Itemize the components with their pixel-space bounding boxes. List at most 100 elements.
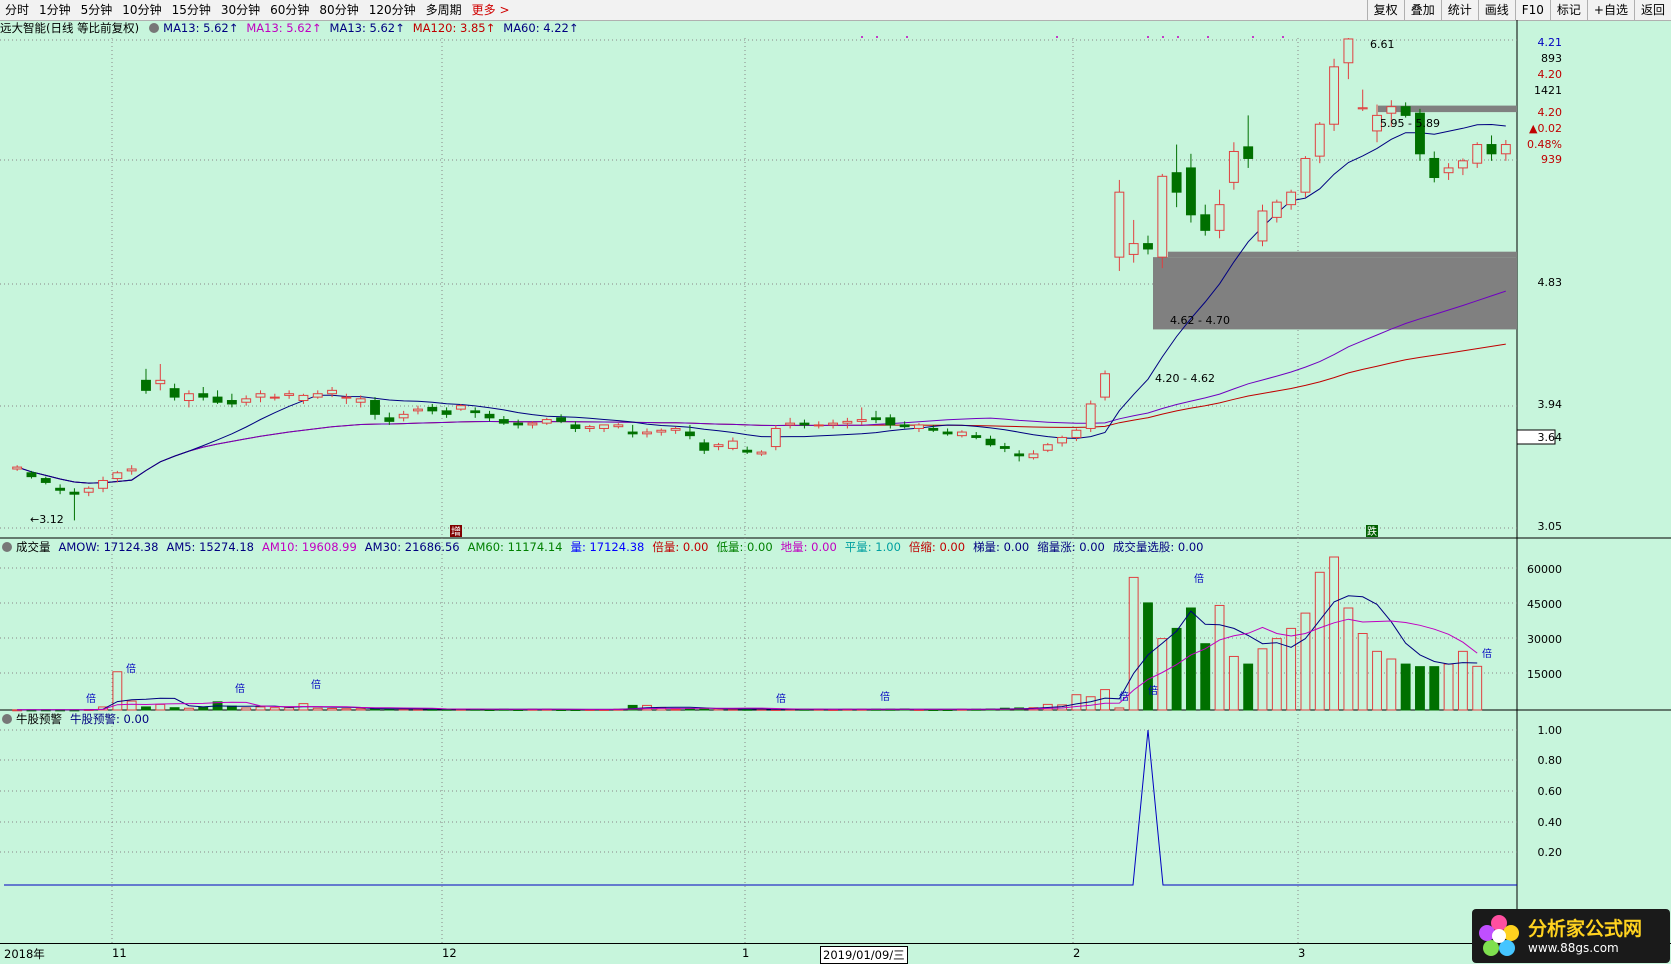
candle-body-4 (69, 491, 80, 495)
candle-body-0 (12, 466, 23, 470)
volume-tag-0: 倍 (1194, 572, 1204, 585)
candle-body-33 (484, 413, 495, 419)
candle-body-6 (98, 479, 108, 489)
candle-body-40 (584, 426, 595, 429)
volume-bar-11 (169, 707, 180, 711)
volume-tag-2: 倍 (235, 682, 245, 695)
volume-bar-23 (341, 708, 352, 711)
candle-body-64 (928, 427, 939, 431)
candle-body-27 (398, 413, 409, 419)
volume-bar-88 (1271, 638, 1282, 711)
candle-body-69 (999, 446, 1010, 449)
volume-axis-label-3: 15000 (1527, 668, 1562, 681)
period-tab-3[interactable]: 10分钟 (117, 0, 166, 20)
resistance-zone-box (1378, 105, 1517, 113)
candle-body-42 (613, 424, 624, 428)
volume-bar-95 (1372, 650, 1382, 711)
tool-button-5[interactable]: 标记 (1549, 0, 1587, 20)
period-tab-1[interactable]: 1分钟 (34, 0, 76, 20)
candle-body-76 (1100, 373, 1110, 398)
candle-body-47 (684, 431, 695, 437)
date-label-2: 12 (442, 946, 457, 960)
volume-bar-81 (1171, 627, 1182, 711)
period-tab-4[interactable]: 15分钟 (167, 0, 216, 20)
candle-body-7 (112, 472, 123, 480)
vol-value-4: AM60: 11174.14 (467, 540, 563, 554)
tool-button-3[interactable]: 画线 (1477, 0, 1515, 20)
candle-body-22 (327, 389, 338, 395)
chart-area[interactable]: 6.61 ←3.12 5.95 - 5.89 4.62 - 4.70 4.20 - 4.… (0, 20, 1671, 943)
volume-tag-8: 倍 (880, 690, 890, 703)
volume-bar-86 (1243, 663, 1254, 711)
tool-button-0[interactable]: 复权 (1366, 0, 1404, 20)
candle-body-75 (1085, 403, 1096, 429)
candle-body-78 (1128, 243, 1139, 255)
bull-indicator-icon[interactable] (2, 714, 12, 724)
tool-button-6[interactable]: +自选 (1586, 0, 1634, 20)
volume-bar-74 (1071, 694, 1082, 711)
period-tab-2[interactable]: 5分钟 (76, 0, 118, 20)
candle-body-87 (1257, 210, 1268, 242)
period-tab-9[interactable]: 多周期 (421, 0, 467, 20)
candle-body-26 (384, 417, 395, 422)
candle-body-8 (126, 468, 137, 472)
tool-button-1[interactable]: 叠加 (1403, 0, 1441, 20)
volume-bar-18 (269, 707, 280, 711)
candle-body-50 (727, 440, 738, 449)
tool-button-7[interactable]: 返回 (1633, 0, 1671, 20)
candle-body-83 (1200, 214, 1211, 231)
period-tab-5[interactable]: 30分钟 (216, 0, 265, 20)
candle-body-103 (1486, 144, 1497, 155)
candle-body-71 (1028, 453, 1039, 459)
candle-body-96 (1386, 106, 1397, 114)
top-marker-7 (1207, 36, 1209, 38)
price-axis-label-1: 893 (1541, 52, 1562, 65)
price-axis-label-0: 4.21 (1538, 36, 1563, 49)
period-tab-6[interactable]: 60分钟 (265, 0, 314, 20)
volume-indicator-icon[interactable] (2, 542, 12, 552)
candle-body-34 (498, 419, 509, 424)
volume-bar-99 (1429, 666, 1440, 711)
price-axis-label-2: 4.20 (1538, 68, 1563, 81)
volume-bar-83 (1200, 643, 1211, 711)
period-tab-7[interactable]: 80分钟 (314, 0, 363, 20)
vol-value-2: AM10: 19608.99 (261, 540, 357, 554)
vol-value-12: 缩量涨: 0.00 (1037, 540, 1105, 554)
volume-axis-label-1: 45000 (1527, 598, 1562, 611)
bull-signal-line (4, 729, 1517, 886)
candle-body-12 (183, 393, 194, 402)
period-tab-10[interactable]: 更多 > (467, 0, 515, 20)
candle-body-73 (1057, 436, 1068, 444)
volume-bar-46 (670, 708, 681, 711)
candle-body-82 (1185, 167, 1196, 216)
candle-body-92 (1329, 66, 1340, 125)
top-marker-9 (1282, 36, 1284, 38)
candle-body-29 (427, 406, 438, 412)
vol-value-9: 平量: 1.00 (844, 540, 901, 554)
candle-body-88 (1271, 201, 1282, 218)
candle-body-70 (1014, 453, 1025, 457)
tool-button-4[interactable]: F10 (1514, 0, 1550, 20)
volume-tag-6: 倍 (86, 692, 96, 705)
candle-body-63 (914, 424, 924, 429)
candle-body-62 (899, 424, 910, 428)
site-logo: 分析家公式网 www.88gs.com (1472, 909, 1670, 963)
volume-bar-102 (1472, 665, 1483, 711)
candle-body-32 (470, 410, 481, 414)
candle-body-48 (699, 442, 710, 451)
top-marker-2 (906, 36, 908, 38)
period-tab-8[interactable]: 120分钟 (364, 0, 421, 20)
date-label-3: 1 (742, 946, 750, 960)
volume-bar-47 (684, 708, 695, 711)
date-label-0: 2018年 (4, 947, 45, 961)
volume-bar-75 (1085, 696, 1096, 711)
top-marker-4 (1147, 36, 1149, 38)
tool-button-2[interactable]: 统计 (1440, 0, 1478, 20)
period-tab-0[interactable]: 分时 (0, 0, 34, 20)
volume-axis-label-0: 60000 (1527, 563, 1562, 576)
volume-bar-12 (183, 707, 194, 711)
candle-body-37 (541, 419, 552, 424)
volume-bar-85 (1228, 655, 1239, 711)
candle-body-15 (226, 400, 237, 405)
volume-tag-9: 倍 (1119, 690, 1129, 703)
